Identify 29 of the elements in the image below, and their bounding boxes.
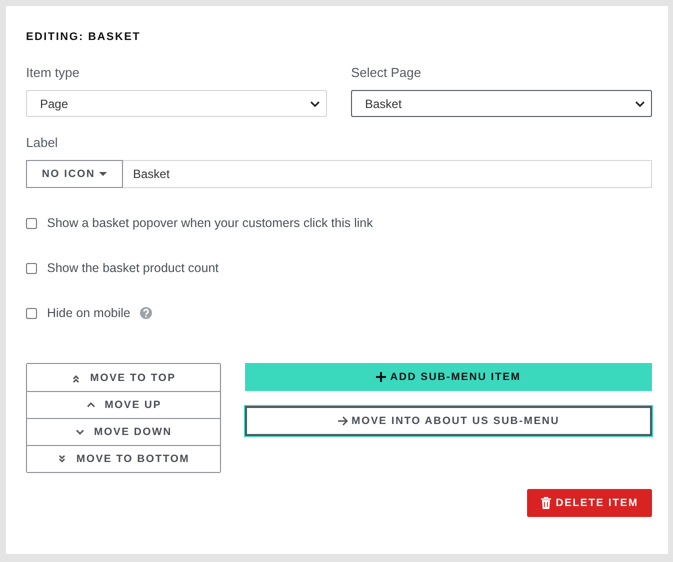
chevron-bottom-icon xyxy=(57,454,68,464)
arrow-right-icon xyxy=(338,416,348,426)
checkbox-label: Hide on mobile xyxy=(47,306,130,320)
checkbox-label: Show the basket product count xyxy=(47,261,219,275)
chevron-down-icon xyxy=(75,427,86,437)
select-field[interactable]: Basket xyxy=(351,90,652,117)
field-label: Select Page xyxy=(351,65,422,80)
checkbox[interactable] xyxy=(26,262,37,274)
move-button[interactable]: MOVE TO BOTTOM xyxy=(27,445,220,472)
chevron-down-icon xyxy=(310,100,320,106)
add-submenu-button[interactable]: ADD SUB-MENU ITEM xyxy=(245,363,652,391)
editor-title: EDITING: BASKET xyxy=(26,31,142,43)
checkbox[interactable] xyxy=(26,308,37,318)
select-field[interactable]: Page xyxy=(26,90,327,117)
field-label: Item type xyxy=(26,65,80,80)
icon-picker-button[interactable]: NO ICON xyxy=(26,160,123,188)
chevron-down-icon xyxy=(635,100,645,106)
field-label: Label xyxy=(26,135,59,150)
chevron-top-icon xyxy=(71,372,82,382)
chevron-up-icon xyxy=(86,400,96,410)
checkbox-label: Show a basket popover when your customers click this link xyxy=(47,216,373,230)
plus-icon xyxy=(376,372,386,382)
trash-icon xyxy=(540,497,551,509)
help-icon[interactable] xyxy=(140,307,152,319)
move-into-submenu-button[interactable]: MOVE INTO ABOUT US SUB-MENU xyxy=(245,406,652,436)
checkbox[interactable] xyxy=(26,218,37,228)
caret-icon xyxy=(99,172,108,176)
label-input-field[interactable]: Basket xyxy=(123,160,652,188)
delete-button[interactable]: DELETE ITEM xyxy=(527,489,652,517)
